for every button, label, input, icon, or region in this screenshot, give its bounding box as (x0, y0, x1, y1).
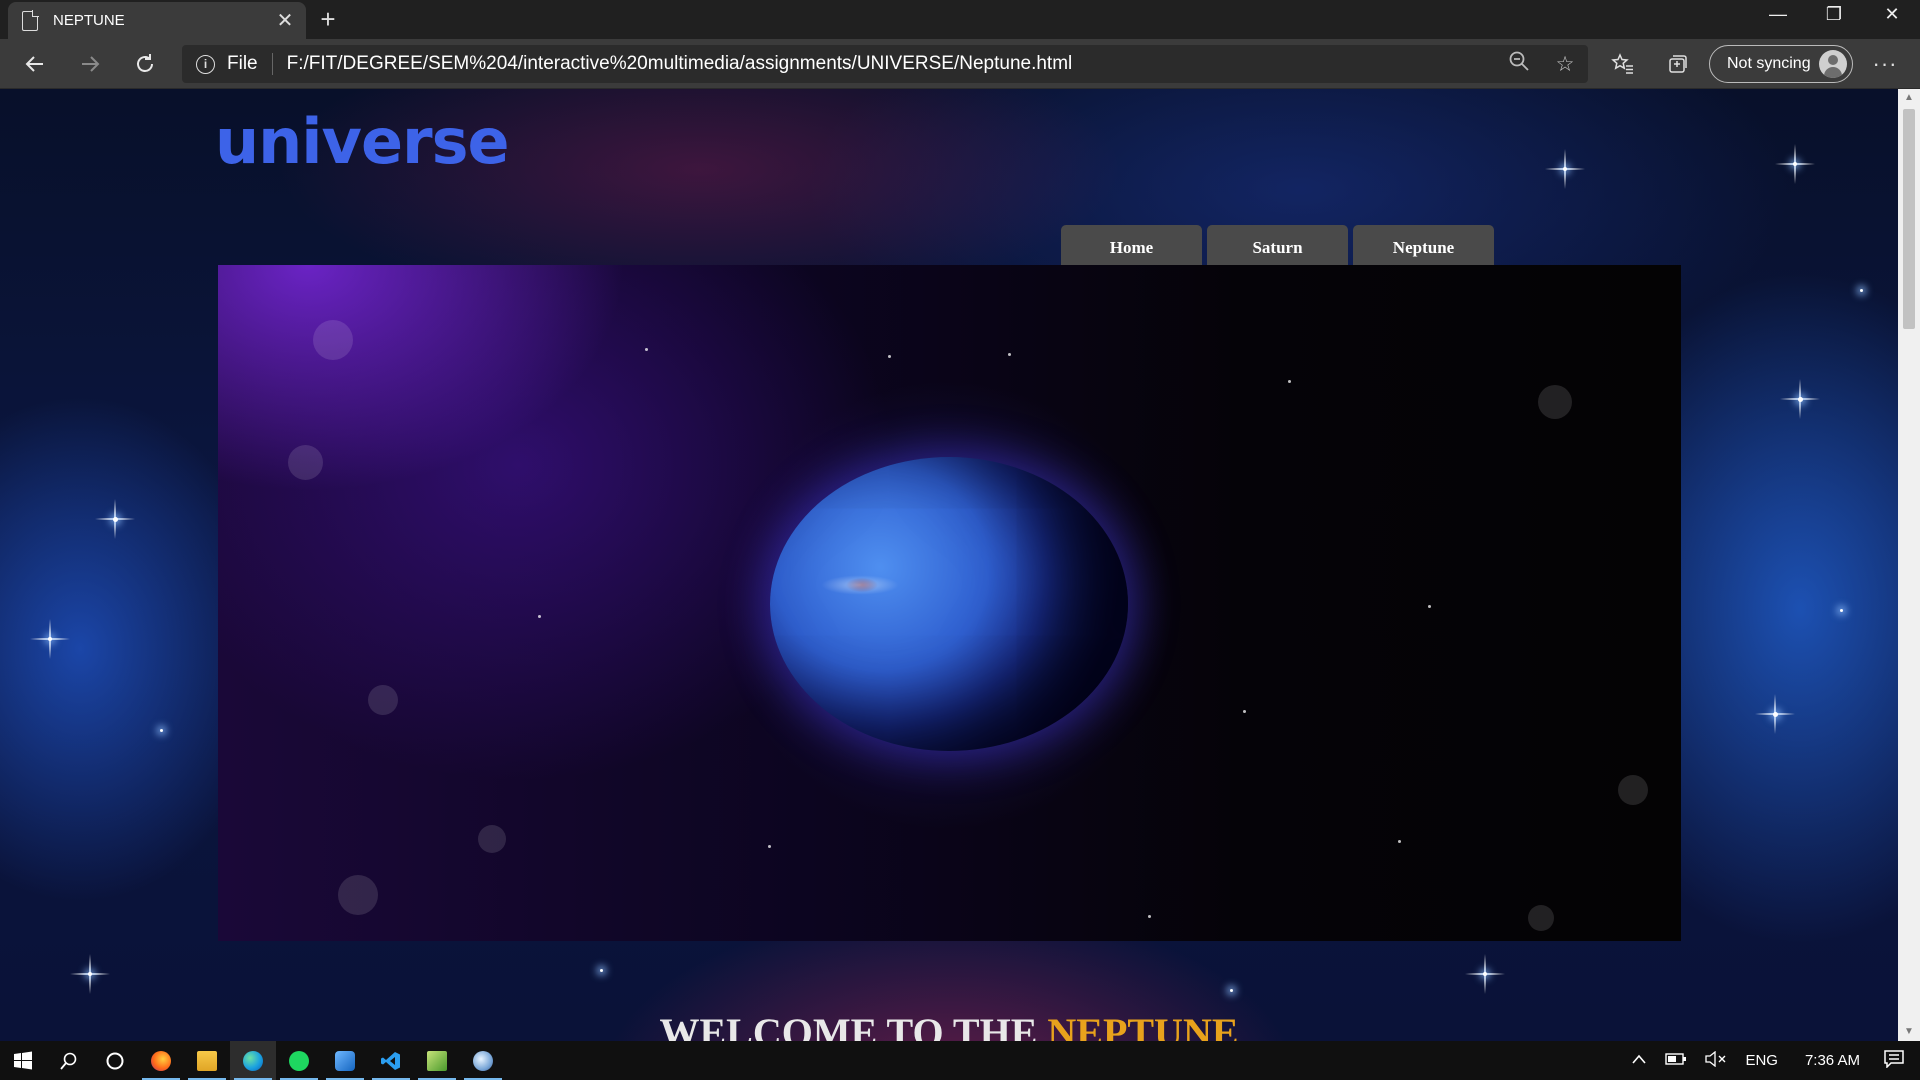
reload-icon[interactable] (125, 46, 165, 82)
maximize-button[interactable]: ❐ (1806, 0, 1862, 32)
nav-neptune[interactable]: Neptune (1353, 225, 1494, 265)
page-icon (22, 9, 39, 31)
photos-icon[interactable] (322, 1041, 368, 1080)
star-icon (1840, 609, 1843, 612)
url-text[interactable]: F:/FIT/DEGREE/SEM%204/interactive%20mult… (287, 53, 1496, 75)
nav-saturn[interactable]: Saturn (1207, 225, 1348, 265)
star-icon (1773, 712, 1778, 717)
windows-start-icon[interactable] (0, 1041, 46, 1080)
scroll-down-icon[interactable]: ▼ (1898, 1023, 1920, 1041)
bokeh (1528, 905, 1554, 931)
notepad-icon[interactable] (414, 1041, 460, 1080)
close-tab-icon[interactable]: ✕ (270, 8, 300, 33)
bokeh (478, 825, 506, 853)
star-speck (645, 348, 648, 351)
url-scheme: File (227, 53, 258, 74)
spotify-icon[interactable] (276, 1041, 322, 1080)
browser-toolbar: i File F:/FIT/DEGREE/SEM%204/interactive… (0, 39, 1920, 89)
star-speck (1148, 915, 1151, 918)
bokeh (313, 320, 353, 360)
star-speck (1428, 605, 1431, 608)
bokeh (338, 875, 378, 915)
star-icon (1793, 162, 1797, 166)
scroll-thumb[interactable] (1903, 109, 1915, 329)
neptune-planet (770, 457, 1128, 751)
browser-tab[interactable]: NEPTUNE ✕ (8, 2, 306, 39)
avatar (1819, 50, 1847, 78)
chevron-up-icon[interactable] (1622, 1052, 1656, 1069)
bokeh (368, 685, 398, 715)
vscode-icon[interactable] (368, 1041, 414, 1080)
windows-taskbar: ENG 7:36 AM (0, 1041, 1920, 1080)
star-icon (1563, 167, 1567, 171)
nav-home[interactable]: Home (1061, 225, 1202, 265)
bokeh (288, 445, 323, 480)
star-icon[interactable]: ☆ (1542, 52, 1588, 77)
paint-icon[interactable] (460, 1041, 506, 1080)
cortana-icon[interactable] (92, 1041, 138, 1080)
notifications-icon[interactable] (1878, 1049, 1920, 1072)
minimize-button[interactable]: — (1750, 0, 1806, 32)
star-icon (1798, 397, 1803, 402)
more-icon[interactable]: ··· (1865, 48, 1905, 80)
favorites-icon[interactable] (1603, 48, 1643, 80)
omnibox-divider (271, 53, 273, 75)
profile-sync-button[interactable]: Not syncing (1709, 45, 1853, 83)
star-icon (1230, 989, 1233, 992)
star-speck (1243, 710, 1246, 713)
sync-label: Not syncing (1727, 55, 1811, 72)
star-icon (113, 517, 118, 522)
zoom-icon[interactable] (1496, 50, 1542, 78)
address-bar[interactable]: i File F:/FIT/DEGREE/SEM%204/interactive… (182, 45, 1588, 83)
page-viewport: universe Home Saturn Neptune WELCOME TO … (0, 89, 1898, 1041)
browser-titlebar: NEPTUNE ✕ + — ❐ ✕ (0, 0, 1920, 39)
close-window-button[interactable]: ✕ (1864, 0, 1920, 32)
neptune-hero-image (218, 265, 1681, 941)
star-speck (888, 355, 891, 358)
page-scrollbar[interactable]: ▲ ▼ (1898, 89, 1920, 1041)
search-icon[interactable] (46, 1041, 92, 1080)
language-indicator[interactable]: ENG (1736, 1052, 1787, 1069)
system-tray: ENG 7:36 AM (1622, 1041, 1920, 1080)
forward-arrow-icon[interactable] (70, 46, 110, 82)
star-speck (768, 845, 771, 848)
star-icon (160, 729, 163, 732)
site-nav: Home Saturn Neptune (1061, 225, 1494, 265)
bokeh (1538, 385, 1572, 419)
file-explorer-icon[interactable] (184, 1041, 230, 1080)
back-arrow-icon[interactable] (15, 46, 55, 82)
bokeh (1618, 775, 1648, 805)
info-icon[interactable]: i (196, 54, 215, 74)
star-speck (1008, 353, 1011, 356)
star-speck (1288, 380, 1291, 383)
welcome-prefix: WELCOME TO THE (659, 1010, 1048, 1041)
volume-muted-icon[interactable] (1696, 1050, 1736, 1071)
battery-icon[interactable] (1656, 1052, 1696, 1069)
star-icon (1483, 972, 1487, 976)
star-speck (538, 615, 541, 618)
scroll-up-icon[interactable]: ▲ (1898, 89, 1920, 107)
welcome-accent: NEPTUNE (1047, 1010, 1239, 1041)
firefox-icon[interactable] (138, 1041, 184, 1080)
welcome-heading: WELCOME TO THE NEPTUNE (0, 1009, 1898, 1041)
site-logo[interactable]: universe (215, 105, 510, 178)
star-speck (1398, 840, 1401, 843)
collections-icon[interactable] (1657, 48, 1697, 80)
edge-icon[interactable] (230, 1041, 276, 1080)
star-icon (88, 972, 92, 976)
star-icon (48, 637, 52, 641)
star-icon (1860, 289, 1863, 292)
star-icon (600, 969, 603, 972)
tab-title: NEPTUNE (53, 12, 125, 29)
clock[interactable]: 7:36 AM (1787, 1052, 1878, 1069)
new-tab-button[interactable]: + (314, 5, 342, 33)
